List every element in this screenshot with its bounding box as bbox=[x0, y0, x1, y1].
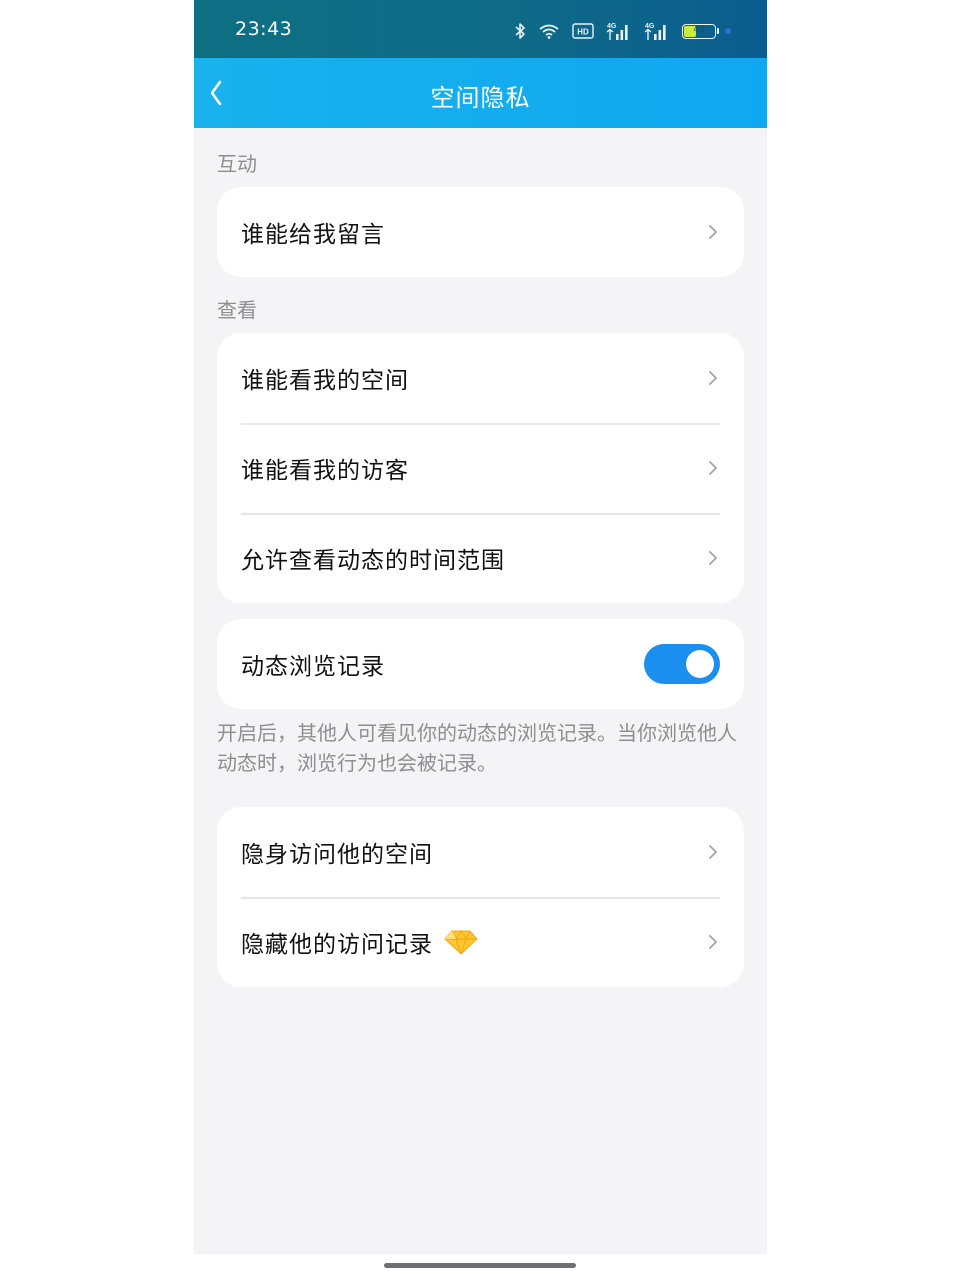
row-browse-record: 动态浏览记录 bbox=[217, 619, 744, 709]
card-stealth: 隐身访问他的空间 隐藏他的访问记录 bbox=[217, 807, 744, 987]
status-icons: HD 4G 4G 45 bbox=[514, 20, 731, 42]
card-browse-record: 动态浏览记录 bbox=[217, 619, 744, 709]
row-stealth-visit[interactable]: 隐身访问他的空间 bbox=[217, 807, 744, 897]
battery-level: 45 bbox=[693, 23, 705, 35]
status-dot bbox=[725, 28, 731, 34]
chevron-right-icon bbox=[709, 845, 717, 859]
browse-record-toggle[interactable] bbox=[644, 644, 720, 684]
svg-text:4G: 4G bbox=[645, 23, 655, 30]
card-interaction: 谁能给我留言 bbox=[217, 187, 744, 277]
nav-bar: 空间隐私 bbox=[194, 58, 767, 128]
toggle-knob bbox=[686, 650, 714, 678]
chevron-right-icon bbox=[709, 461, 717, 475]
row-who-can-view-visitors[interactable]: 谁能看我的访客 bbox=[217, 423, 744, 513]
section-label-interaction: 互动 bbox=[217, 152, 257, 176]
status-bar: 23:43 HD 4G 4G 45 bbox=[194, 0, 767, 58]
chevron-right-icon bbox=[709, 225, 717, 239]
chevron-right-icon bbox=[709, 551, 717, 565]
signal-4g-icon: 4G bbox=[606, 23, 628, 40]
row-label: 谁能看我的空间 bbox=[241, 368, 409, 394]
wifi-icon bbox=[539, 24, 559, 39]
row-who-can-view-space[interactable]: 谁能看我的空间 bbox=[217, 333, 744, 423]
bluetooth-icon bbox=[515, 23, 525, 39]
diamond-vip-icon bbox=[444, 930, 478, 955]
chevron-right-icon bbox=[709, 371, 717, 385]
signal-4g-icon: 4G bbox=[644, 23, 666, 40]
chevron-right-icon bbox=[709, 935, 717, 949]
row-label: 允许查看动态的时间范围 bbox=[241, 548, 505, 574]
row-label: 谁能给我留言 bbox=[241, 222, 385, 248]
section-label-view: 查看 bbox=[217, 298, 257, 322]
status-time: 23:43 bbox=[235, 18, 293, 40]
row-label: 谁能看我的访客 bbox=[241, 458, 409, 484]
row-hide-visit-record[interactable]: 隐藏他的访问记录 bbox=[217, 897, 744, 987]
row-label: 隐身访问他的空间 bbox=[241, 842, 433, 868]
page-title: 空间隐私 bbox=[430, 84, 531, 112]
browse-record-hint: 开启后，其他人可看见你的动态的浏览记录。当你浏览他人动态时，浏览行为也会被记录。 bbox=[217, 721, 737, 775]
card-view: 谁能看我的空间 谁能看我的访客 允许查看动态的时间范围 bbox=[217, 333, 744, 603]
row-feed-time-range[interactable]: 允许查看动态的时间范围 bbox=[217, 513, 744, 603]
svg-text:4G: 4G bbox=[607, 23, 617, 30]
battery-nub bbox=[717, 28, 719, 34]
phone-screen: 23:43 HD 4G 4G 45 空间隐私 互动 谁能给我留言 查看 谁能看我… bbox=[194, 0, 767, 1254]
battery-icon: 45 bbox=[682, 23, 716, 39]
hd-voice-icon: HD bbox=[572, 23, 594, 39]
row-label: 动态浏览记录 bbox=[241, 654, 385, 680]
home-indicator[interactable] bbox=[384, 1263, 576, 1268]
row-who-can-message[interactable]: 谁能给我留言 bbox=[217, 187, 744, 277]
row-label: 隐藏他的访问记录 bbox=[241, 932, 433, 958]
svg-text:HD: HD bbox=[577, 28, 589, 37]
